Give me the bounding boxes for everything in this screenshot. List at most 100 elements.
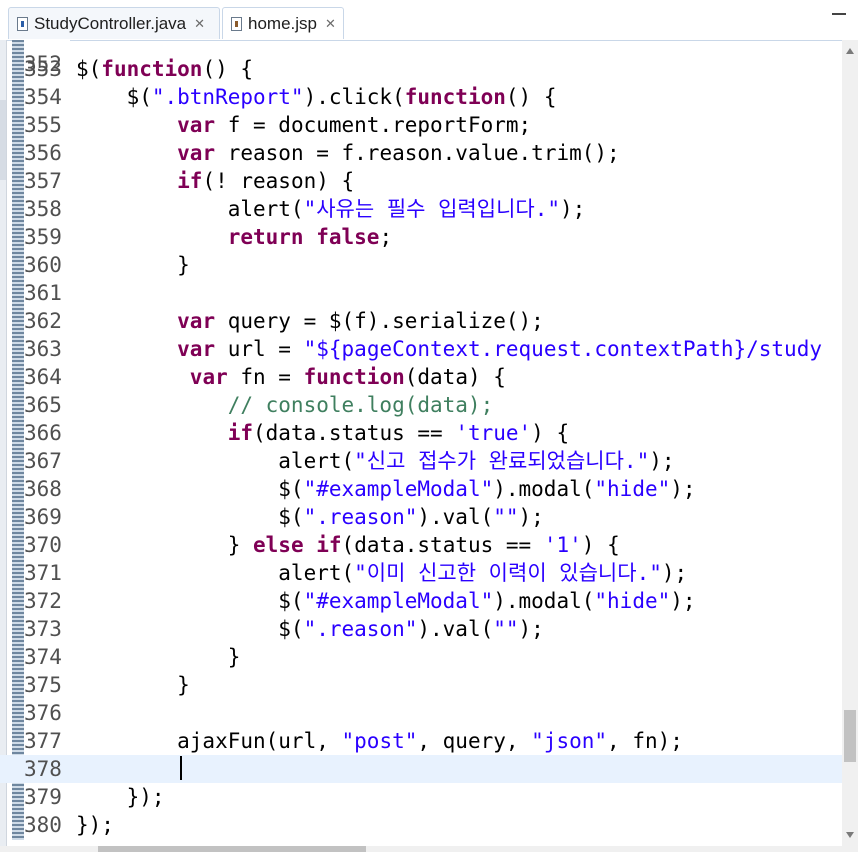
keyword-token: false [316,225,380,249]
line-number: 359 [24,225,62,249]
code-token: ).val( [417,617,494,641]
code-token: } [76,645,241,669]
code-line: 354 $(".btnReport").click(function() { [0,83,842,111]
code-text: return false; [76,223,392,251]
keyword-token: var [177,113,216,137]
line-number: 353 [24,57,62,81]
scrollbar-thumb[interactable] [844,710,856,762]
code-line: 355 var f = document.reportForm; [0,111,842,139]
keyword-token: var [177,309,216,333]
horizontal-scrollbar[interactable] [0,846,858,852]
code-text: var url = "${pageContext.request.context… [76,335,822,363]
line-number: 363 [24,337,62,361]
line-number: 377 [24,729,62,753]
code-token: () { [202,57,254,81]
string-token: ".btnReport" [151,85,304,109]
code-line: 368 $("#exampleModal").modal("hide"); [0,475,842,503]
code-token: url = [215,337,304,361]
string-token: "json" [531,729,608,753]
line-number: 369 [24,505,62,529]
code-token: ) { [531,421,570,445]
java-file-icon [17,16,28,31]
code-line: 376 [0,699,842,727]
code-text: alert("사유는 필수 입력입니다."); [76,195,586,223]
line-number: 367 [24,449,62,473]
string-token: "" [493,617,519,641]
code-text: if(data.status == 'true') { [76,419,569,447]
code-token: fn = [227,365,304,389]
code-token: }); [76,785,165,809]
code-token: reason = f.reason.value.trim(); [215,141,620,165]
string-token: "#exampleModal" [303,477,494,501]
string-token: "post" [341,729,418,753]
code-token: f = document.reportForm; [215,113,532,137]
editor-tab-bar: StudyController.java ✕ home.jsp ✕ [0,0,858,41]
code-editor[interactable]: 352 353 $(function() {354 $(".btnReport")… [0,40,842,846]
line-number: 365 [24,393,62,417]
code-line: 353 $(function() { [0,55,842,83]
code-line: 359 return false; [0,223,842,251]
code-text: var reason = f.reason.value.trim(); [76,139,620,167]
code-text: $(".reason").val(""); [76,503,544,531]
jsp-file-icon [231,16,242,31]
code-token: } [76,533,254,557]
code-text: }); [76,811,114,839]
keyword-token: function [404,85,506,109]
comment-token: // console.log(data); [227,393,494,417]
code-token: , fn); [607,729,683,753]
code-line: 371 alert("이미 신고한 이력이 있습니다."); [0,559,842,587]
code-token: } [76,673,190,697]
code-token: alert( [76,561,355,585]
code-token: ) { [581,533,620,557]
code-text: } else if(data.status == '1') { [76,531,620,559]
code-token: (data.status == [341,533,544,557]
string-token: '1' [543,533,582,557]
line-number: 364 [24,365,62,389]
line-number: 358 [24,197,62,221]
tab-home-jsp[interactable]: home.jsp ✕ [222,7,344,39]
line-number: 379 [24,785,62,809]
keyword-token: else [253,533,304,557]
code-token: }); [76,813,114,837]
close-icon[interactable]: ✕ [194,16,205,32]
code-line: 370 } else if(data.status == '1') { [0,531,842,559]
code-token: ; [379,225,393,249]
code-token: ).val( [417,505,494,529]
close-icon[interactable]: ✕ [325,16,336,32]
code-text: $("#exampleModal").modal("hide"); [76,587,696,615]
keyword-token: var [177,337,216,361]
keyword-token: if [177,169,203,193]
code-token: ); [670,589,696,613]
keyword-token: function [101,57,203,81]
line-number: 362 [24,309,62,333]
scroll-down-icon[interactable] [846,832,854,838]
line-number: 356 [24,141,62,165]
code-text: $(function() { [76,55,253,83]
code-token: () { [505,85,557,109]
scroll-up-icon[interactable] [846,48,854,54]
tab-label: home.jsp [248,13,317,33]
string-token: "${pageContext.request.contextPath}/stud… [303,337,822,361]
tab-study-controller[interactable]: StudyController.java ✕ [8,7,220,39]
code-text: var query = $(f).serialize(); [76,307,544,335]
code-token: $( [76,57,102,81]
code-text: $("#exampleModal").modal("hide"); [76,475,695,503]
line-number: 378 [24,757,62,781]
scrollbar-thumb[interactable] [98,846,366,852]
minimize-icon[interactable] [832,13,846,15]
string-token: "이미 신고한 이력이 있습니다." [354,561,662,585]
code-line: 362 var query = $(f).serialize(); [0,307,842,335]
code-text: $(".btnReport").click(function() { [76,83,557,111]
string-token: 'true' [455,421,532,445]
keyword-token: if [316,533,342,557]
vertical-scrollbar[interactable] [842,40,858,846]
code-line: 358 alert("사유는 필수 입력입니다."); [0,195,842,223]
current-code-line: 378 [0,755,842,783]
